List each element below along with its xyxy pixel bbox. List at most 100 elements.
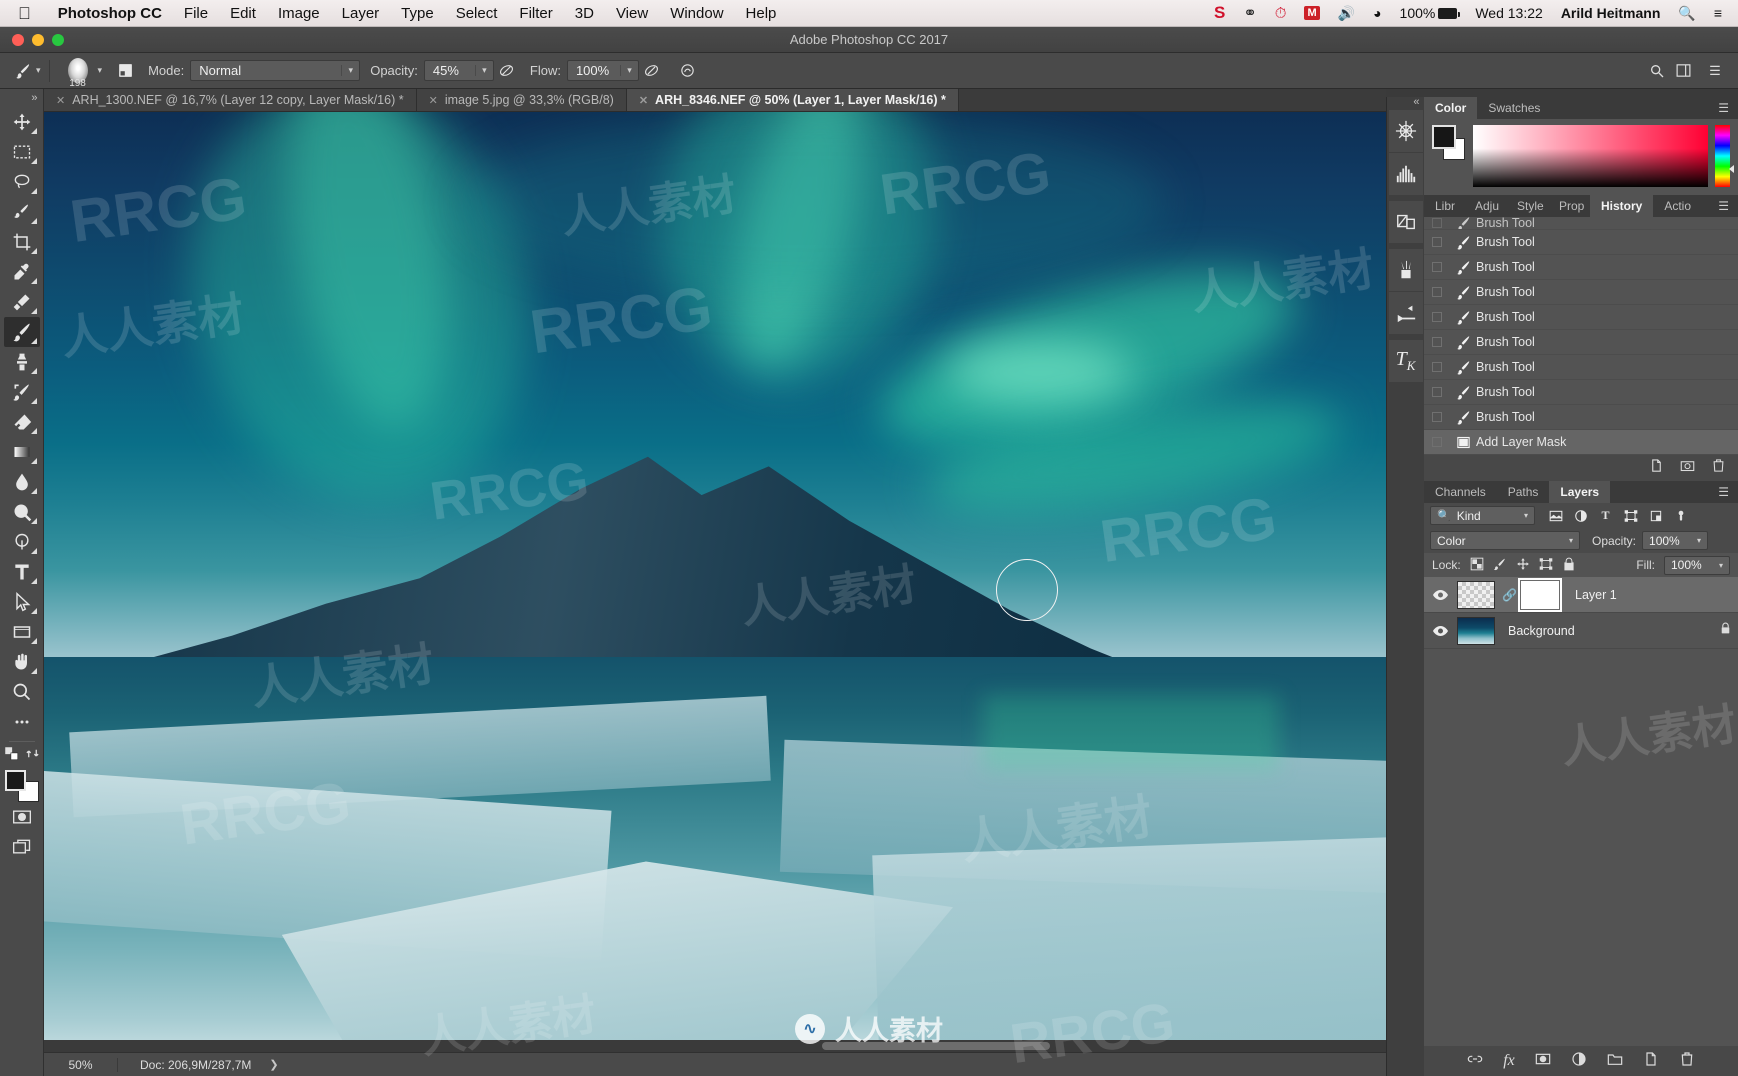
rectangle-tool[interactable] xyxy=(4,617,40,647)
history-item-clipped[interactable]: Brush Tool xyxy=(1424,217,1738,230)
layers-list[interactable]: 🔗 Layer 1 Background xyxy=(1424,577,1738,1046)
panel-menu-icon[interactable]: ☰ xyxy=(1709,101,1738,115)
layer-mask-thumbnail[interactable] xyxy=(1518,577,1562,612)
lasso-tool[interactable] xyxy=(4,167,40,197)
spot-healing-brush-tool[interactable] xyxy=(4,287,40,317)
chevron-right-icon[interactable]: ❯ xyxy=(251,1058,278,1071)
eraser-tool[interactable] xyxy=(4,407,40,437)
airbrush-icon[interactable] xyxy=(639,58,665,84)
history-snapshot-checkbox[interactable] xyxy=(1424,262,1450,272)
adjustment-layer-filter-icon[interactable] xyxy=(1570,506,1591,525)
tool-presets-icon[interactable] xyxy=(1388,292,1423,334)
history-item[interactable]: Brush Tool xyxy=(1424,330,1738,355)
close-icon[interactable]: ✕ xyxy=(639,94,648,107)
tab-properties[interactable]: Prop xyxy=(1548,195,1590,217)
history-snapshot-checkbox[interactable] xyxy=(1424,218,1450,228)
pen-tool[interactable] xyxy=(4,527,40,557)
close-window-button[interactable] xyxy=(12,33,24,46)
crop-tool[interactable] xyxy=(4,227,40,257)
layer-name-label[interactable]: Layer 1 xyxy=(1575,588,1617,602)
history-item[interactable]: Brush Tool xyxy=(1424,405,1738,430)
history-snapshot-checkbox[interactable] xyxy=(1424,287,1450,297)
menu-item-layer[interactable]: Layer xyxy=(331,5,391,22)
lock-artboard-icon[interactable] xyxy=(1539,557,1553,574)
search-icon[interactable] xyxy=(1644,58,1670,84)
history-item[interactable]: Brush Tool xyxy=(1424,230,1738,255)
new-document-from-state-icon[interactable] xyxy=(1649,458,1664,478)
link-mask-icon[interactable]: 🔗 xyxy=(1502,588,1517,602)
eye-icon[interactable] xyxy=(1430,589,1450,601)
menu-item-file[interactable]: File xyxy=(173,5,219,22)
dodge-tool[interactable] xyxy=(4,497,40,527)
volume-icon[interactable]: 🔊 xyxy=(1329,5,1364,22)
document-tab-1[interactable]: ✕ ARH_1300.NEF @ 16,7% (Layer 12 copy, L… xyxy=(44,89,417,111)
type-layer-filter-icon[interactable]: T xyxy=(1595,506,1616,525)
history-list[interactable]: Brush Tool Brush Tool Brush Tool Brush T… xyxy=(1424,217,1738,455)
color-panel-swatches[interactable] xyxy=(1432,125,1466,187)
tab-layers[interactable]: Layers xyxy=(1549,481,1611,503)
lock-image-pixels-icon[interactable] xyxy=(1493,557,1507,574)
layer-name-label[interactable]: Background xyxy=(1508,624,1575,638)
sketch-icon[interactable]: S xyxy=(1205,3,1234,23)
history-snapshot-checkbox[interactable] xyxy=(1424,312,1450,322)
foreground-background-color-swatches[interactable] xyxy=(4,770,40,802)
minimize-window-button[interactable] xyxy=(32,33,44,46)
histogram-icon[interactable] xyxy=(1388,153,1423,195)
quick-selection-tool[interactable] xyxy=(4,197,40,227)
new-snapshot-icon[interactable] xyxy=(1680,458,1695,478)
tab-styles[interactable]: Style xyxy=(1506,195,1548,217)
layer-thumbnail[interactable] xyxy=(1457,616,1495,645)
layer-filter-kind-select[interactable]: 🔍 Kind ▾ xyxy=(1430,506,1535,525)
window-controls[interactable] xyxy=(12,33,64,46)
add-layer-mask-icon[interactable] xyxy=(1535,1051,1551,1072)
history-item[interactable]: Brush Tool xyxy=(1424,280,1738,305)
close-icon[interactable]: ✕ xyxy=(56,94,65,107)
layer-row-layer-1[interactable]: 🔗 Layer 1 xyxy=(1424,577,1738,613)
clone-stamp-tool[interactable] xyxy=(4,347,40,377)
path-selection-tool[interactable] xyxy=(4,587,40,617)
menu-item-filter[interactable]: Filter xyxy=(508,5,563,22)
move-tool[interactable] xyxy=(4,107,40,137)
menu-item-type[interactable]: Type xyxy=(390,5,445,22)
apple-logo-icon[interactable]:  xyxy=(18,5,31,22)
tab-paths[interactable]: Paths xyxy=(1497,481,1550,503)
history-snapshot-checkbox[interactable] xyxy=(1424,337,1450,347)
timer-icon[interactable]: ⏱ xyxy=(1266,5,1296,22)
history-snapshot-checkbox[interactable] xyxy=(1424,412,1450,422)
menu-item-edit[interactable]: Edit xyxy=(219,5,267,22)
panel-menu-icon[interactable]: ☰ xyxy=(1709,485,1738,499)
default-colors-icon[interactable] xyxy=(4,746,19,766)
user-name-label[interactable]: Arild Heitmann xyxy=(1552,5,1670,21)
hue-strip[interactable] xyxy=(1715,125,1734,187)
topaz-mask-icon[interactable] xyxy=(1388,201,1423,243)
document-canvas[interactable] xyxy=(44,112,1386,1052)
rectangular-marquee-tool[interactable] xyxy=(4,137,40,167)
clock-label[interactable]: Wed 13:22 xyxy=(1466,5,1551,21)
pressure-opacity-icon[interactable] xyxy=(494,58,520,84)
tab-channels[interactable]: Channels xyxy=(1424,481,1497,503)
panel-menu-icon[interactable]: ☰ xyxy=(1709,199,1738,213)
lock-icon[interactable] xyxy=(1719,622,1732,640)
nik-collection-icon[interactable] xyxy=(1388,110,1423,152)
history-item[interactable]: Brush Tool xyxy=(1424,255,1738,280)
wifi-icon[interactable]: ◕ xyxy=(1364,5,1390,21)
history-item[interactable]: Brush Tool xyxy=(1424,380,1738,405)
menu-item-window[interactable]: Window xyxy=(659,5,734,22)
tab-swatches[interactable]: Swatches xyxy=(1477,97,1551,119)
new-layer-icon[interactable] xyxy=(1643,1051,1659,1072)
tk-actions-icon[interactable]: TK xyxy=(1388,340,1423,382)
menu-item-select[interactable]: Select xyxy=(445,5,509,22)
history-item[interactable]: Brush Tool xyxy=(1424,305,1738,330)
blur-tool[interactable] xyxy=(4,467,40,497)
filter-toggle-icon[interactable] xyxy=(1670,506,1691,525)
tab-actions[interactable]: Actio xyxy=(1653,195,1693,217)
layer-thumbnail[interactable] xyxy=(1457,580,1495,609)
swap-colors-icon[interactable] xyxy=(25,746,40,766)
menu-item-image[interactable]: Image xyxy=(267,5,331,22)
zoom-window-button[interactable] xyxy=(52,33,64,46)
foreground-color-swatch[interactable] xyxy=(4,770,26,791)
new-group-icon[interactable] xyxy=(1607,1051,1623,1072)
close-icon[interactable]: ✕ xyxy=(429,94,438,107)
opacity-input[interactable]: 45% ▾ xyxy=(423,60,494,81)
brush-panel-icon[interactable] xyxy=(112,58,138,84)
